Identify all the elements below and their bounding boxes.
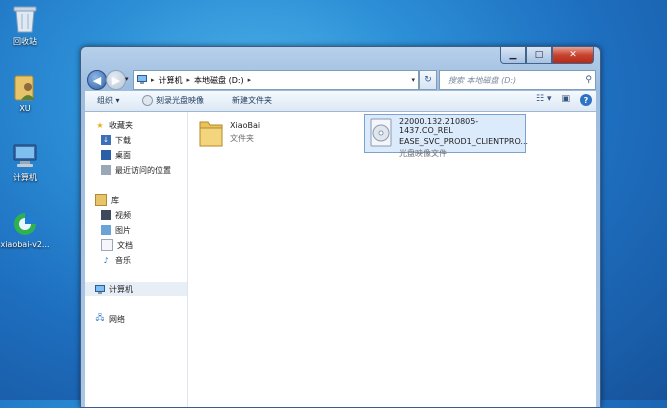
search-input[interactable]: 搜索 本地磁盘 (D:) ⚲ [439, 70, 596, 90]
desktop-icon-recycle-bin[interactable]: 回收站 [0, 4, 50, 47]
burn-image-label: 刻录光盘映像 [156, 96, 204, 105]
help-icon[interactable]: ? [580, 94, 592, 106]
nav-computer[interactable]: 计算机 [85, 282, 187, 296]
nav-recent[interactable]: 最近访问的位置 [101, 163, 171, 177]
change-view-icon[interactable]: ☷ ▾ [536, 94, 551, 106]
breadcrumb-chevron-icon[interactable]: ▸ [248, 76, 252, 84]
desktop-icon-label: 计算机 [13, 173, 37, 182]
desktop-icon-label: 回收站 [13, 37, 37, 46]
navigation-pane: ★ 收藏夹 ↓ 下载 桌面 最近访问的位置 库 视频 图片 文档 ♪ 音乐 计算… [85, 112, 188, 407]
search-placeholder: 搜索 本地磁盘 (D:) [448, 75, 517, 85]
nav-label: 收藏夹 [109, 120, 133, 130]
desktop-icon [101, 150, 111, 160]
search-icon[interactable]: ⚲ [585, 75, 592, 85]
downloads-icon: ↓ [101, 135, 111, 145]
address-dropdown-icon[interactable]: ▾ [411, 76, 415, 84]
command-bar: 组织 ▾ 刻录光盘映像 新建文件夹 ☷ ▾ ▣ ? [85, 91, 596, 112]
back-forward-group: ◀ ▶ ▾ [87, 69, 129, 91]
nav-label: 桌面 [115, 150, 131, 160]
file-name-line2: EASE_SVC_PROD1_CLIENTPRO... [399, 137, 529, 146]
nav-label: 最近访问的位置 [115, 165, 171, 175]
computer-icon [13, 144, 37, 167]
file-name: XiaoBai [230, 121, 261, 130]
file-name-line1: 22000.132.210805-1437.CO_REL [399, 117, 479, 135]
explorer-window: ▁ □ ✕ ◀ ▶ ▾ ▸ 计算机 ▸ 本地磁盘 (D:) ▸ ▾ ↻ 搜索 本… [80, 46, 601, 408]
nav-favorites[interactable]: ★ 收藏夹 [95, 118, 133, 132]
recent-places-icon [101, 165, 111, 175]
breadcrumb-chevron-icon[interactable]: ▸ [151, 76, 155, 84]
minimize-button[interactable]: ▁ [500, 47, 526, 64]
navigation-bar: ◀ ▶ ▾ ▸ 计算机 ▸ 本地磁盘 (D:) ▸ ▾ ↻ 搜索 本地磁盘 (D… [85, 69, 596, 91]
xiaobai-app-icon [14, 213, 36, 235]
forward-button[interactable]: ▶ [106, 70, 126, 90]
nav-libraries[interactable]: 库 [95, 193, 119, 207]
desktop-icon-xiaobai[interactable]: xiaobai-v2... [0, 210, 50, 249]
nav-music[interactable]: ♪ 音乐 [101, 253, 131, 267]
nav-network[interactable]: 🖧 网络 [95, 312, 125, 326]
desktop-icon-user[interactable]: XU [0, 72, 50, 113]
maximize-button[interactable]: □ [526, 47, 552, 64]
nav-documents[interactable]: 文档 [101, 238, 133, 252]
nav-label: 库 [111, 195, 119, 205]
new-folder-button[interactable]: 新建文件夹 [232, 95, 272, 106]
file-item-folder[interactable]: XiaoBai 文件夹 [198, 116, 318, 154]
back-button[interactable]: ◀ [87, 70, 107, 90]
recycle-bin-icon [13, 6, 37, 33]
breadcrumb-computer[interactable]: 计算机 [159, 75, 183, 86]
preview-pane-icon[interactable]: ▣ [561, 94, 570, 106]
explorer-content: ★ 收藏夹 ↓ 下载 桌面 最近访问的位置 库 视频 图片 文档 ♪ 音乐 计算… [85, 112, 596, 407]
refresh-button[interactable]: ↻ [419, 70, 437, 90]
desktop-icon-label: XU [19, 104, 31, 113]
nav-label: 图片 [115, 225, 131, 235]
disc-icon [142, 95, 153, 106]
file-type: 光盘映像文件 [399, 149, 447, 158]
close-button[interactable]: ✕ [552, 47, 594, 64]
desktop-icon-computer[interactable]: 计算机 [0, 142, 50, 183]
address-bar[interactable]: ▸ 计算机 ▸ 本地磁盘 (D:) ▸ ▾ [133, 70, 419, 90]
nav-label: 计算机 [109, 284, 133, 294]
network-icon: 🖧 [95, 313, 105, 322]
file-type: 文件夹 [230, 134, 254, 143]
file-list: XiaoBai 文件夹 22000.132.210805-1437.CO_REL… [188, 112, 596, 407]
star-icon: ★ [96, 120, 104, 130]
file-item-iso[interactable]: 22000.132.210805-1437.CO_REL EASE_SVC_PR… [364, 114, 529, 158]
nav-label: 下载 [115, 135, 131, 145]
disc-image-icon [370, 118, 392, 147]
user-folder-icon [14, 75, 35, 101]
library-icon [95, 194, 107, 206]
breadcrumb-drive[interactable]: 本地磁盘 (D:) [194, 75, 244, 86]
toolbar-right-icons: ☷ ▾ ▣ ? [536, 94, 592, 106]
document-icon [101, 239, 113, 251]
burn-image-button[interactable]: 刻录光盘映像 [142, 95, 204, 106]
computer-small-icon [137, 74, 147, 86]
caption-buttons: ▁ □ ✕ [500, 47, 594, 64]
nav-videos[interactable]: 视频 [101, 208, 131, 222]
desktop-icon-label: xiaobai-v2... [0, 240, 50, 249]
video-icon [101, 210, 111, 220]
nav-label: 网络 [109, 314, 125, 324]
nav-label: 音乐 [115, 255, 131, 265]
music-icon: ♪ [103, 255, 109, 265]
nav-label: 视频 [115, 210, 131, 220]
nav-desktop[interactable]: 桌面 [101, 148, 131, 162]
computer-icon [95, 284, 105, 294]
picture-icon [101, 225, 111, 235]
nav-label: 文档 [117, 240, 133, 250]
folder-icon [199, 121, 223, 147]
breadcrumb-chevron-icon[interactable]: ▸ [187, 76, 191, 84]
nav-downloads[interactable]: ↓ 下载 [101, 133, 131, 147]
recent-pages-dropdown[interactable]: ▾ [125, 75, 129, 83]
organize-button[interactable]: 组织 ▾ [97, 95, 120, 106]
nav-pictures[interactable]: 图片 [101, 223, 131, 237]
